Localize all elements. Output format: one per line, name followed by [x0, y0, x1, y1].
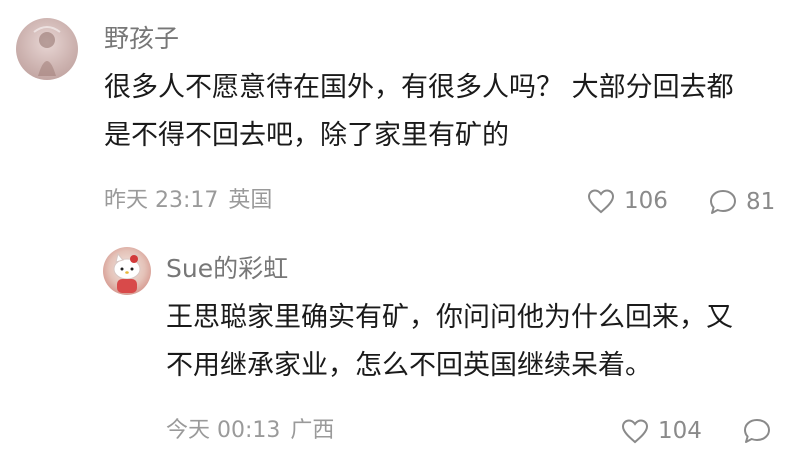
username[interactable]: 野孩子 — [104, 26, 179, 51]
location: 广西 — [290, 418, 335, 443]
speech-bubble-icon — [710, 190, 736, 214]
timestamp: 今天 00:13 — [166, 418, 281, 443]
location: 英国 — [228, 188, 273, 213]
like-button[interactable]: 104 — [620, 418, 702, 444]
speech-bubble-icon — [744, 419, 770, 443]
hello-kitty-avatar-icon — [113, 252, 141, 293]
reply-count: 81 — [746, 188, 776, 215]
reply-text-line-1: 王思聪家里确实有矿，你问问他为什么回来，又 — [166, 302, 733, 333]
comment-text-line-1: 很多人不愿意待在国外，有很多人吗？ 大部分回去都 — [104, 72, 734, 103]
reply-button[interactable] — [742, 417, 780, 445]
reply-button[interactable]: 81 — [708, 188, 775, 216]
reply-text-line-2: 不用继承家业，怎么不回英国继续呆着。 — [166, 350, 652, 381]
like-count: 104 — [658, 417, 702, 444]
girl-photo-avatar-icon — [33, 26, 61, 76]
reply-meta: 今天 00:13 广西 — [166, 420, 344, 442]
username[interactable]: Sue的彩虹 — [166, 256, 288, 281]
heart-outline-icon — [621, 419, 649, 444]
timestamp: 昨天 23:17 — [104, 188, 219, 213]
comment-text-line-2: 是不得不回去吧，除了家里有矿的 — [104, 120, 509, 151]
comment-meta: 昨天 23:17 英国 — [104, 190, 282, 212]
like-count: 106 — [624, 187, 668, 214]
like-button[interactable]: 106 — [586, 188, 668, 214]
avatar[interactable] — [16, 18, 78, 80]
avatar[interactable] — [103, 247, 151, 295]
heart-outline-icon — [587, 189, 615, 214]
